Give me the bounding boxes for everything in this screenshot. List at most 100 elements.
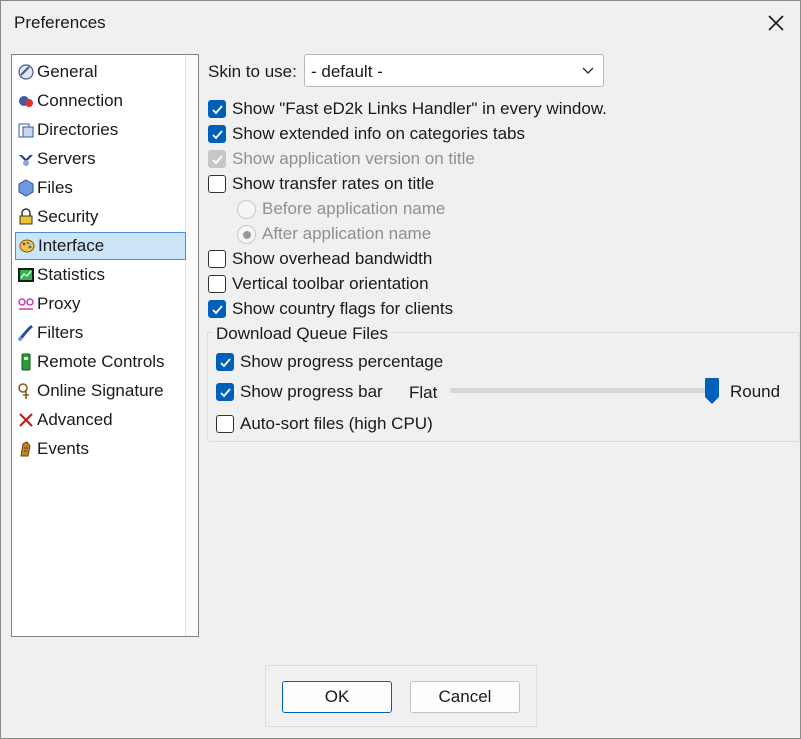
after-name-radio — [237, 224, 256, 244]
sidebar-item-label: Advanced — [37, 410, 113, 429]
checkmark-icon — [212, 105, 223, 115]
skin-select[interactable]: - default - — [304, 54, 604, 87]
progress-percentage-label: Show progress percentage — [240, 352, 444, 371]
checkmark-icon — [220, 358, 231, 368]
fast-links-checkbox[interactable] — [208, 100, 226, 118]
overhead-label: Show overhead bandwidth — [232, 249, 433, 268]
cancel-button[interactable]: Cancel — [410, 681, 520, 713]
sidebar-item-label: Interface — [38, 236, 105, 255]
auto-sort-option[interactable]: Auto-sort files (high CPU) — [216, 414, 433, 434]
country-flags-checkbox[interactable] — [208, 300, 226, 318]
auto-sort-label: Auto-sort files (high CPU) — [240, 414, 433, 433]
extended-info-checkbox[interactable] — [208, 125, 226, 143]
sidebar-item-label: Proxy — [37, 294, 81, 313]
sidebar-item-servers[interactable]: Servers — [15, 145, 186, 173]
remote-controls-icon — [17, 353, 35, 371]
window-title: Preferences — [14, 13, 106, 32]
sidebar-item-statistics[interactable]: Statistics — [15, 261, 186, 289]
preferences-category-list[interactable]: General Connection Directories Servers F… — [11, 54, 199, 637]
auto-sort-checkbox[interactable] — [216, 415, 234, 433]
vertical-toolbar-option[interactable]: Vertical toolbar orientation — [208, 274, 429, 294]
sidebar-item-events[interactable]: Events — [15, 435, 186, 463]
skin-select-value: - default - — [311, 62, 383, 81]
sidebar-item-label: Servers — [37, 149, 96, 168]
events-icon — [17, 440, 35, 458]
sidebar-item-label: Security — [37, 207, 99, 226]
preferences-dialog: Preferences General Connection Directori… — [0, 0, 801, 739]
sidebar-item-label: Files — [37, 178, 73, 197]
extended-info-label: Show extended info on categories tabs — [232, 124, 525, 143]
sidebar-item-directories[interactable]: Directories — [15, 116, 186, 144]
sidebar-item-files[interactable]: Files — [15, 174, 186, 202]
ok-button[interactable]: OK — [282, 681, 392, 713]
progress-bar-option[interactable]: Show progress bar — [216, 382, 383, 402]
sidebar-item-proxy[interactable]: Proxy — [15, 290, 186, 318]
slider-max-label: Round — [730, 382, 781, 401]
online-signature-icon — [17, 382, 35, 400]
checkmark-icon — [220, 388, 231, 398]
sidebar-item-label: Connection — [37, 91, 124, 110]
general-icon — [17, 63, 35, 81]
sidebar-item-label: Statistics — [37, 265, 106, 284]
sidebar-item-interface[interactable]: Interface — [15, 232, 186, 260]
slider-min-label: Flat — [409, 383, 438, 402]
transfer-rates-checkbox[interactable] — [208, 175, 226, 193]
sidebar-scrollbar[interactable] — [185, 55, 198, 636]
statistics-icon — [17, 266, 35, 284]
progress-style-slider-track[interactable] — [450, 388, 712, 393]
app-version-option: Show application version on title — [208, 149, 475, 169]
close-icon — [768, 15, 784, 31]
after-name-label: After application name — [262, 224, 432, 243]
progress-percentage-checkbox[interactable] — [216, 353, 234, 371]
connection-icon — [17, 92, 35, 110]
lock-icon — [17, 208, 35, 226]
sidebar-item-advanced[interactable]: Advanced — [15, 406, 186, 434]
chevron-down-icon — [582, 67, 594, 74]
checkmark-icon — [212, 130, 223, 140]
extended-info-option[interactable]: Show extended info on categories tabs — [208, 124, 525, 144]
progress-bar-label: Show progress bar — [240, 382, 383, 401]
close-button[interactable] — [762, 9, 790, 37]
progress-percentage-option[interactable]: Show progress percentage — [216, 352, 443, 372]
vertical-toolbar-checkbox[interactable] — [208, 275, 226, 293]
progress-style-slider-thumb[interactable] — [704, 377, 720, 405]
checkmark-icon — [212, 305, 223, 315]
app-version-label: Show application version on title — [232, 149, 475, 168]
after-name-option: After application name — [237, 224, 431, 244]
country-flags-option[interactable]: Show country flags for clients — [208, 299, 453, 319]
before-name-label: Before application name — [262, 199, 446, 218]
transfer-rates-option[interactable]: Show transfer rates on title — [208, 174, 434, 194]
country-flags-label: Show country flags for clients — [232, 299, 454, 318]
servers-icon — [17, 150, 35, 168]
before-name-option: Before application name — [237, 199, 445, 219]
sidebar-item-label: Directories — [37, 120, 119, 139]
sidebar-item-remote-controls[interactable]: Remote Controls — [15, 348, 186, 376]
filters-icon — [17, 324, 35, 342]
sidebar-item-label: Online Signature — [37, 381, 164, 400]
sidebar-item-label: Filters — [37, 323, 84, 342]
sidebar-item-connection[interactable]: Connection — [15, 87, 186, 115]
sidebar-item-filters[interactable]: Filters — [15, 319, 186, 347]
before-name-radio — [237, 199, 256, 219]
fast-links-label: Show "Fast eD2k Links Handler" in every … — [232, 99, 607, 118]
title-bar: Preferences — [1, 1, 800, 45]
transfer-rates-label: Show transfer rates on title — [232, 174, 435, 193]
app-version-checkbox — [208, 150, 226, 168]
overhead-option[interactable]: Show overhead bandwidth — [208, 249, 432, 269]
advanced-icon — [17, 411, 35, 429]
files-icon — [17, 179, 35, 197]
sidebar-item-label: General — [37, 62, 98, 81]
overhead-checkbox[interactable] — [208, 250, 226, 268]
interface-icon — [18, 237, 36, 255]
fast-links-option[interactable]: Show "Fast eD2k Links Handler" in every … — [208, 99, 607, 119]
sidebar-item-security[interactable]: Security — [15, 203, 186, 231]
vertical-toolbar-label: Vertical toolbar orientation — [232, 274, 429, 293]
sidebar-item-general[interactable]: General — [15, 58, 186, 86]
download-queue-title: Download Queue Files — [213, 324, 391, 344]
sidebar-item-label: Remote Controls — [37, 352, 165, 371]
sidebar-item-label: Events — [37, 439, 89, 458]
progress-bar-checkbox[interactable] — [216, 383, 234, 401]
sidebar-item-online-signature[interactable]: Online Signature — [15, 377, 186, 405]
skin-label: Skin to use: — [208, 62, 297, 81]
directories-icon — [17, 121, 35, 139]
